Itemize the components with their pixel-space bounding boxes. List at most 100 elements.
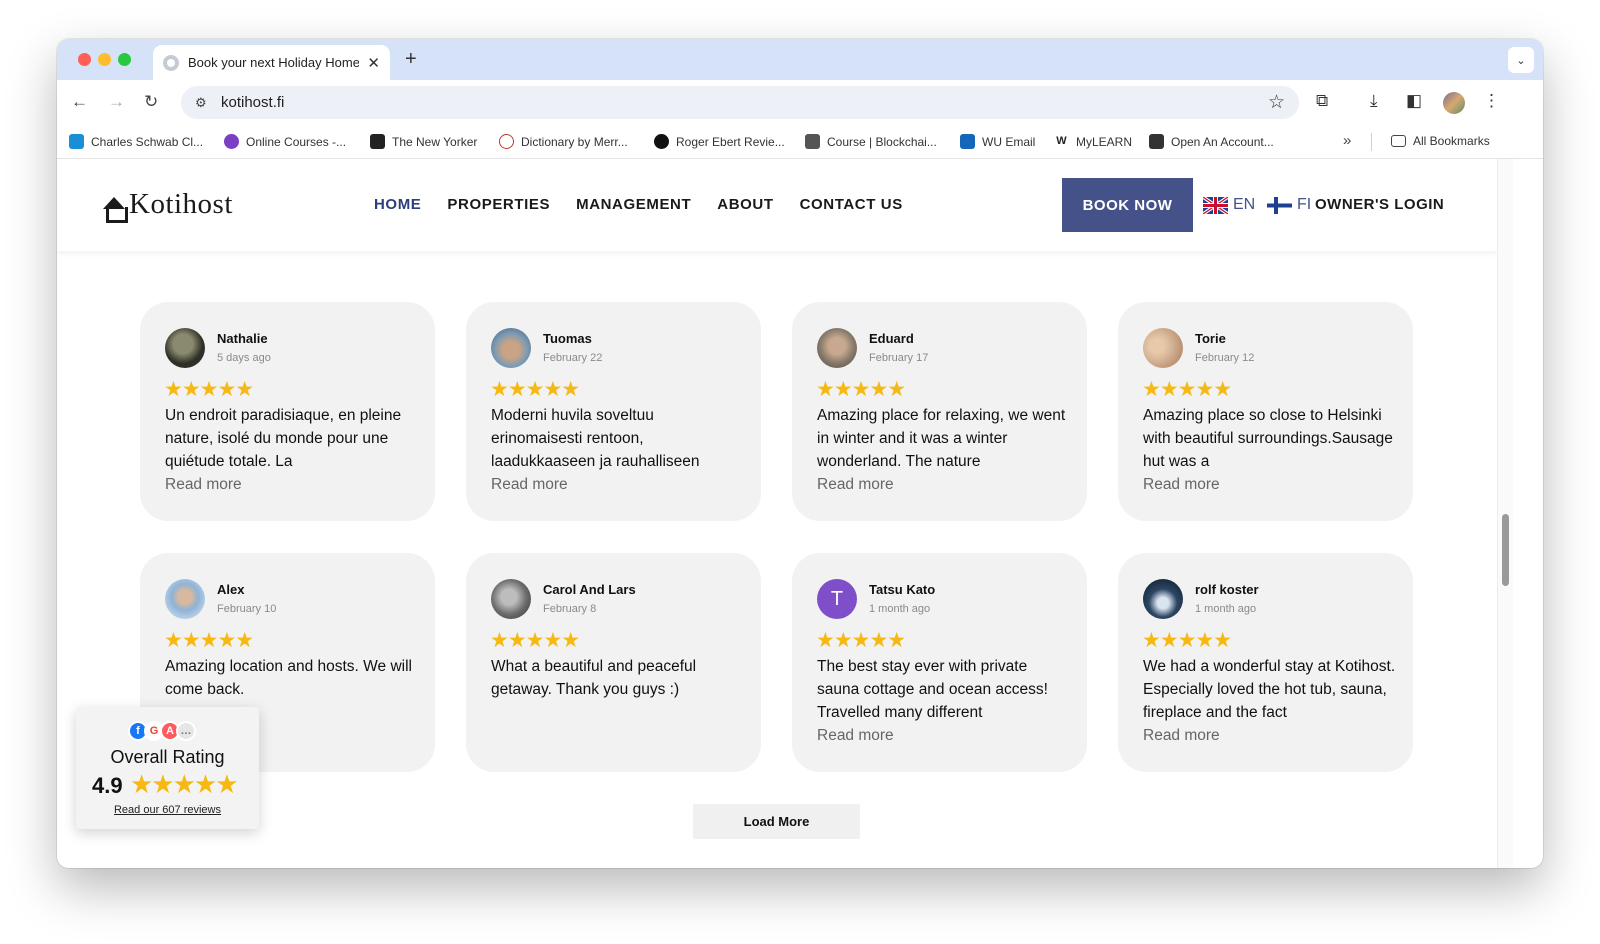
bookmark-label: Open An Account... <box>1171 134 1274 149</box>
read-more-link[interactable]: Read more <box>1143 476 1220 494</box>
all-bookmarks-label: All Bookmarks <box>1413 134 1490 148</box>
site-favicon-icon <box>163 54 179 71</box>
nav-home[interactable]: HOME <box>374 196 421 213</box>
review-date: February 10 <box>217 603 277 615</box>
review-date: February 22 <box>543 352 603 364</box>
back-icon[interactable]: ← <box>71 92 88 112</box>
browser-toolbar: ← → ↻ ⚙ kotihost.fi ☆ ⧉ ⤓ ◧ ⋮ <box>57 80 1543 125</box>
nav-contact-us[interactable]: CONTACT US <box>800 196 903 213</box>
read-more-link[interactable]: Read more <box>817 476 894 494</box>
bookmark-item[interactable]: Roger Ebert Revie... <box>654 134 785 149</box>
site-settings-icon[interactable]: ⚙ <box>195 95 207 111</box>
reviewer-avatar <box>1143 579 1183 619</box>
star-rating-icon: ★★★★★ <box>490 378 580 401</box>
nav-properties[interactable]: PROPERTIES <box>447 196 550 213</box>
finland-flag-icon <box>1267 196 1292 214</box>
browser-tab[interactable]: Book your next Holiday Home ✕ <box>153 45 390 80</box>
language-en-button[interactable]: EN <box>1203 196 1255 214</box>
reviewer-name: Alex <box>217 582 245 597</box>
house-logo-icon <box>101 189 128 223</box>
new-tab-button[interactable]: + <box>405 48 417 71</box>
bookmark-item[interactable]: Charles Schwab Cl... <box>69 134 203 149</box>
reviewer-avatar <box>1143 328 1183 368</box>
reviewer-avatar <box>491 328 531 368</box>
nav-about[interactable]: ABOUT <box>717 196 773 213</box>
review-text: The best stay ever with private sauna co… <box>817 658 1048 721</box>
bookmark-item[interactable]: Online Courses -... <box>224 134 346 149</box>
reviewer-name: Torie <box>1195 331 1226 346</box>
review-text: Amazing place for relaxing, we went in w… <box>817 407 1066 470</box>
folder-icon <box>1391 135 1406 147</box>
read-more-link[interactable]: Read more <box>817 727 894 745</box>
browser-window: Book your next Holiday Home ✕ + ⌄ ← → ↻ … <box>57 39 1543 868</box>
bookmarks-bar: Charles Schwab Cl... Online Courses -...… <box>57 125 1543 159</box>
tab-strip: Book your next Holiday Home ✕ + ⌄ <box>57 39 1543 80</box>
extensions-icon[interactable]: ⧉ <box>1316 91 1328 111</box>
bookmark-item[interactable]: Dictionary by Merr... <box>499 134 628 149</box>
review-text: Amazing place so close to Helsinki with … <box>1143 407 1393 470</box>
side-panel-icon[interactable]: ◧ <box>1406 91 1422 111</box>
minimize-window-button[interactable] <box>98 53 111 66</box>
overall-rating-score: 4.9 <box>92 773 123 798</box>
more-bookmarks-icon[interactable]: » <box>1343 132 1351 149</box>
bookmark-label: Dictionary by Merr... <box>521 134 628 149</box>
close-tab-icon[interactable]: ✕ <box>367 54 380 72</box>
bookmark-label: MyLEARN <box>1076 134 1133 149</box>
close-window-button[interactable] <box>78 53 91 66</box>
all-bookmarks-button[interactable]: All Bookmarks <box>1391 134 1490 148</box>
overall-rating-widget[interactable]: f G A … Overall Rating 4.9 ★★★★★ Read ou… <box>76 707 259 829</box>
bookmark-label: Charles Schwab Cl... <box>91 134 204 149</box>
bookmark-item[interactable]: Course | Blockchai... <box>805 134 937 149</box>
url-text: kotihost.fi <box>221 94 285 111</box>
review-date: February 12 <box>1195 352 1255 364</box>
reviewer-name: rolf koster <box>1195 582 1259 597</box>
scrollbar-thumb[interactable] <box>1502 514 1509 586</box>
profile-avatar[interactable] <box>1443 92 1465 114</box>
bookmark-item[interactable]: Open An Account... <box>1149 134 1274 149</box>
maximize-window-button[interactable] <box>118 53 131 66</box>
review-date: February 8 <box>543 603 597 615</box>
read-more-link[interactable]: Read more <box>165 476 242 494</box>
download-icon[interactable]: ⤓ <box>1370 91 1378 111</box>
read-more-link[interactable]: Read more <box>1143 727 1220 745</box>
tab-search-button[interactable]: ⌄ <box>1508 47 1534 73</box>
review-platforms: f G A … <box>128 721 196 741</box>
bookmark-favicon-icon <box>69 134 84 149</box>
bookmark-label: Course | Blockchai... <box>827 134 937 149</box>
read-more-link[interactable]: Read more <box>491 476 568 494</box>
load-more-button[interactable]: Load More <box>693 804 860 839</box>
bookmark-favicon-icon <box>370 134 385 149</box>
review-text: Un endroit paradisiaque, en pleine natur… <box>165 407 402 470</box>
page-scrollbar[interactable] <box>1497 159 1513 868</box>
address-bar[interactable]: ⚙ kotihost.fi ☆ <box>181 86 1299 119</box>
forward-icon[interactable]: → <box>108 92 125 112</box>
reviewer-name: Eduard <box>869 331 914 346</box>
read-reviews-link[interactable]: Read our 607 reviews <box>76 804 259 816</box>
bookmark-item[interactable]: WU Email <box>960 134 1035 149</box>
nav-management[interactable]: MANAGEMENT <box>576 196 691 213</box>
owners-login-link[interactable]: OWNER'S LOGIN <box>1315 196 1444 213</box>
book-now-button[interactable]: BOOK NOW <box>1062 178 1193 232</box>
reviewer-avatar: T <box>817 579 857 619</box>
star-rating-icon: ★★★★★ <box>816 378 906 401</box>
review-text: We had a wonderful stay at Kotihost. Esp… <box>1143 658 1396 721</box>
reviewer-avatar <box>165 579 205 619</box>
star-rating-icon: ★★★★★ <box>816 629 906 652</box>
review-card: Torie February 12 ★★★★★ Amazing place so… <box>1118 302 1413 521</box>
main-nav: HOME PROPERTIES MANAGEMENT ABOUT CONTACT… <box>374 196 903 213</box>
review-card: Tuomas February 22 ★★★★★ Moderni huvila … <box>466 302 761 521</box>
bookmark-label: WU Email <box>982 134 1036 149</box>
bookmark-item[interactable]: The New Yorker <box>370 134 477 149</box>
bookmark-item[interactable]: W MyLEARN <box>1054 134 1132 149</box>
reload-icon[interactable]: ↻ <box>144 92 158 112</box>
reviewer-name: Nathalie <box>217 331 268 346</box>
bookmark-favicon-icon <box>960 134 975 149</box>
bookmark-star-icon[interactable]: ☆ <box>1268 91 1285 114</box>
language-fi-button[interactable]: FI <box>1267 196 1311 214</box>
bookmarks-divider <box>1371 133 1372 151</box>
menu-icon[interactable]: ⋮ <box>1483 91 1500 111</box>
site-logo[interactable]: Kotihost <box>101 188 233 223</box>
bookmark-favicon-icon <box>1149 134 1164 149</box>
reviewer-name: Tuomas <box>543 331 592 346</box>
review-card: Nathalie 5 days ago ★★★★★ Un endroit par… <box>140 302 435 521</box>
